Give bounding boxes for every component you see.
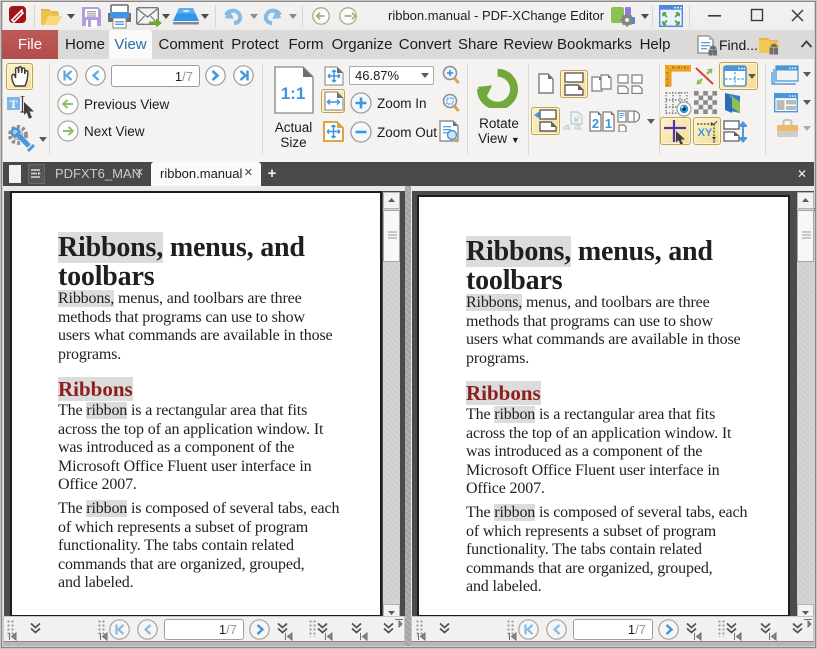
svg-text:XY: XY — [698, 127, 713, 139]
svg-text:1: 1 — [605, 116, 612, 131]
svg-text:1:1: 1:1 — [281, 84, 306, 103]
svg-text:T: T — [9, 97, 17, 111]
svg-text:2: 2 — [592, 116, 599, 131]
